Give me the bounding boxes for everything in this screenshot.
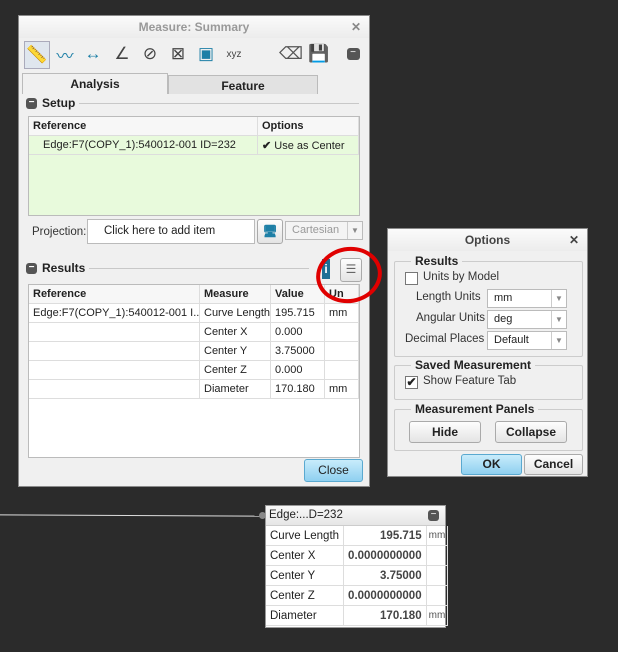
collapse-button[interactable]: Collapse bbox=[495, 421, 567, 443]
cancel-button[interactable]: Cancel bbox=[524, 454, 583, 475]
panel-row: Center Y 3.75000 bbox=[266, 565, 449, 586]
use-as-center-checkbox[interactable]: ✔ Use as Center bbox=[257, 135, 359, 155]
measurement-panel[interactable]: Edge:...D=232 − Curve Length 195.715 mm Ce… bbox=[265, 505, 449, 628]
setup-table: Reference Options Edge:F7(COPY_1):540012-… bbox=[28, 116, 360, 216]
results-table: Reference Measure Value Un Edge:F7(COPY_1):… bbox=[28, 284, 360, 458]
angular-units-select[interactable]: deg ▼ bbox=[487, 310, 567, 329]
table-row[interactable]: Diameter 170.180 mm bbox=[29, 379, 359, 399]
decimal-places-select[interactable]: Default ▼ bbox=[487, 331, 567, 350]
projection-mode-select[interactable]: Cartesian ▼ bbox=[285, 221, 363, 240]
projection-input[interactable]: Click here to add item bbox=[87, 219, 255, 244]
table-row[interactable]: Center Y 3.75000 bbox=[29, 341, 359, 361]
ruler-icon[interactable]: 📏 bbox=[24, 41, 50, 69]
curve-icon[interactable]: 〰 bbox=[53, 41, 77, 67]
table-row[interactable]: Center X 0.000 bbox=[29, 322, 359, 342]
diameter-icon[interactable]: ⊘ bbox=[138, 41, 162, 67]
collapse-results-icon[interactable]: − bbox=[26, 262, 37, 274]
measure-dialog: Measure: Summary ✕ 📏 〰 ↔ ∠ ⊘ ⊠ ▣ xyz ⌫ 💾 … bbox=[18, 15, 370, 487]
collapse-icon[interactable]: − bbox=[341, 41, 365, 67]
close-button[interactable]: Close bbox=[304, 459, 363, 482]
options-dialog: Options ✕ Results Units by Model Length U… bbox=[387, 228, 588, 477]
panel-row: Diameter 170.180 mm bbox=[266, 605, 449, 626]
panel-row: Center Z 0.0000000000 bbox=[266, 585, 449, 606]
panel-row: Center X 0.0000000000 bbox=[266, 545, 449, 566]
angle-icon[interactable]: ∠ bbox=[110, 41, 134, 67]
table-row[interactable]: Edge:F7(COPY_1):540012-001 ID=232 ✔ Use a… bbox=[29, 135, 359, 155]
coordinates-icon[interactable]: xyz bbox=[222, 41, 246, 67]
leader-line bbox=[0, 514, 263, 517]
tab-analysis[interactable]: Analysis bbox=[22, 73, 168, 94]
collapse-setup-icon[interactable]: − bbox=[26, 97, 37, 109]
distance-icon[interactable]: ↔ bbox=[81, 41, 105, 67]
tab-feature[interactable]: Feature bbox=[168, 75, 318, 94]
show-feature-tab-checkbox[interactable]: ✔ bbox=[405, 376, 418, 389]
screen-icon[interactable]: 🖥 bbox=[257, 219, 283, 244]
transform-icon[interactable]: ⊠ bbox=[166, 41, 190, 67]
hide-button[interactable]: Hide bbox=[409, 421, 481, 443]
close-icon[interactable]: ✕ bbox=[351, 16, 361, 38]
close-icon[interactable]: ✕ bbox=[569, 229, 579, 251]
panel-row: Curve Length 195.715 mm bbox=[266, 526, 449, 546]
table-row[interactable]: Edge:F7(COPY_1):540012-001 I... Curve Len… bbox=[29, 303, 359, 323]
volume-icon[interactable]: ▣ bbox=[194, 41, 218, 67]
eraser-icon[interactable]: ⌫ bbox=[279, 41, 303, 67]
length-units-select[interactable]: mm ▼ bbox=[487, 289, 567, 308]
dialog-title: Measure: Summary ✕ bbox=[19, 16, 369, 38]
table-row[interactable]: Center Z 0.000 bbox=[29, 360, 359, 380]
save-icon[interactable]: 💾 bbox=[307, 41, 331, 67]
setup-header[interactable]: − Setup bbox=[26, 96, 75, 110]
units-by-model-checkbox[interactable] bbox=[405, 272, 418, 285]
results-header[interactable]: − Results bbox=[26, 261, 85, 275]
ok-button[interactable]: OK bbox=[461, 454, 522, 475]
collapse-panel-icon[interactable]: − bbox=[428, 510, 439, 521]
